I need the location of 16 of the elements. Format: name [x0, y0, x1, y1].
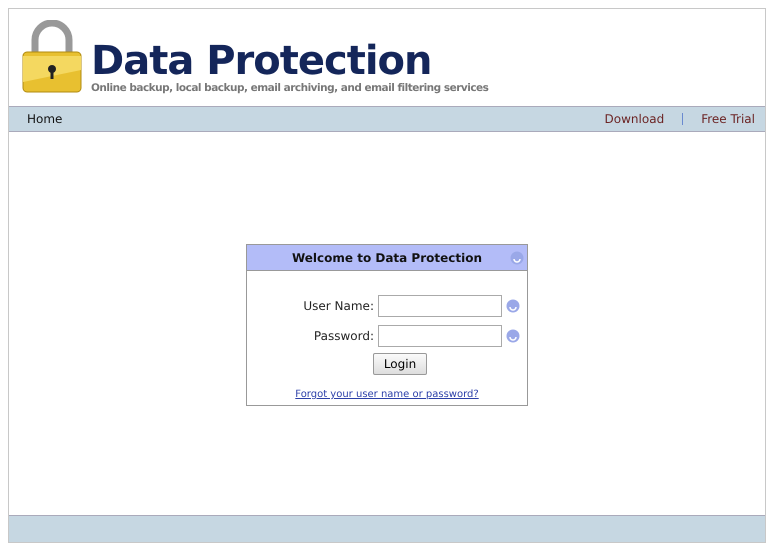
field-label: User Name:	[302, 299, 374, 313]
field-label: Password:	[312, 329, 374, 343]
nav-link[interactable]: Free Trial	[701, 112, 755, 126]
forgot-link[interactable]: Forgot your user name or password?	[295, 389, 479, 400]
site-title: Data Protection	[91, 40, 432, 82]
login-button[interactable]: Login	[372, 353, 428, 375]
input-field[interactable]	[378, 325, 502, 347]
input-field[interactable]	[378, 295, 502, 317]
nav-link[interactable]: Download	[604, 112, 664, 126]
panel-title: Welcome to Data Protection	[292, 250, 482, 264]
help-icon[interactable]	[510, 251, 524, 265]
nav-link[interactable]: Home	[27, 112, 62, 126]
help-icon[interactable]	[506, 329, 520, 343]
padlock-icon	[21, 20, 83, 96]
tagline: Online backup, local backup, email archiving, and email filtering services	[91, 82, 488, 94]
help-icon[interactable]	[506, 299, 520, 313]
